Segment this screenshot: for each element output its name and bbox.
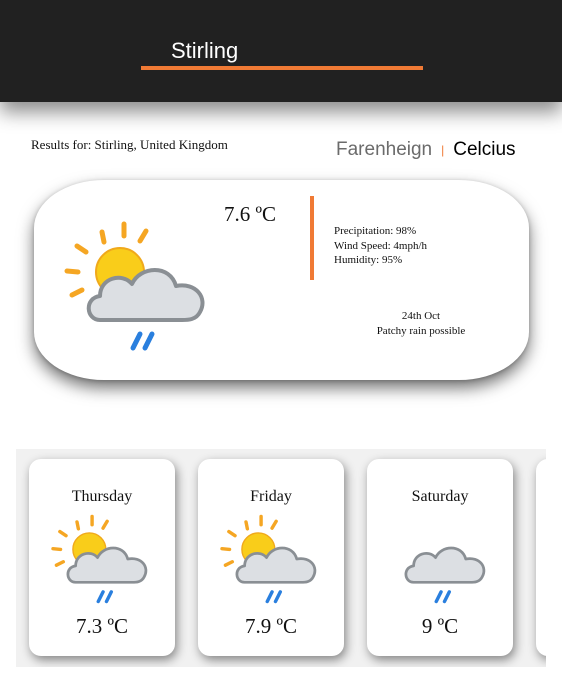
current-date: 24th Oct bbox=[401, 310, 441, 322]
forecast-day: Saturday bbox=[411, 488, 469, 505]
celsius-toggle[interactable]: Celcius bbox=[453, 139, 515, 161]
forecast-temperature: 7.3 ºC bbox=[75, 614, 129, 638]
wind-speed-text: Wind Speed: 4mph/h bbox=[334, 239, 428, 252]
unit-separator: | bbox=[441, 143, 445, 157]
current-condition: Patchy rain possible bbox=[376, 324, 466, 337]
forecast-strip[interactable]: Thursday 7.3 ºC Friday 7.9 ºC Saturday 9… bbox=[16, 449, 546, 667]
forecast-card-thursday[interactable]: Thursday 7.3 ºC bbox=[29, 459, 175, 656]
search-underline bbox=[141, 66, 423, 70]
forecast-card-saturday[interactable]: Saturday 9 ºC bbox=[367, 459, 513, 656]
app-header bbox=[0, 0, 562, 102]
forecast-day: Thursday bbox=[71, 488, 133, 505]
partly-cloudy-rain-icon bbox=[64, 221, 205, 351]
current-temperature: 7.6 ºC bbox=[224, 202, 277, 226]
forecast-day: Friday bbox=[250, 488, 292, 505]
current-details: Precipitation: 98% Wind Speed: 4mph/h Hu… bbox=[334, 224, 427, 268]
forecast-temperature: 9 ºC bbox=[421, 614, 459, 638]
cloud-rain-icon bbox=[404, 546, 486, 604]
forecast-temperature: 7.9 ºC bbox=[244, 614, 298, 638]
forecast-card-partial[interactable] bbox=[536, 459, 546, 656]
current-weather-card: 7.6 ºC Precipitation: 98% Wind Speed: 4m… bbox=[34, 180, 529, 380]
unit-toggle: Farenheign | Celcius bbox=[336, 139, 516, 161]
humidity-text: Humidity: 95% bbox=[334, 254, 403, 266]
forecast-card-friday[interactable]: Friday 7.9 ºC bbox=[198, 459, 344, 656]
current-date-block: 24th Oct Patchy rain possible bbox=[334, 309, 508, 338]
current-divider bbox=[310, 196, 314, 280]
location-search[interactable] bbox=[141, 36, 423, 70]
location-search-input[interactable] bbox=[141, 36, 423, 66]
precipitation-text: Precipitation: 98% bbox=[334, 225, 417, 237]
partly-cloudy-rain-icon bbox=[51, 514, 148, 604]
fahrenheit-toggle[interactable]: Farenheign bbox=[336, 139, 432, 161]
results-label: Results for: Stirling, United Kingdom bbox=[31, 137, 228, 152]
partly-cloudy-rain-icon bbox=[220, 514, 317, 604]
